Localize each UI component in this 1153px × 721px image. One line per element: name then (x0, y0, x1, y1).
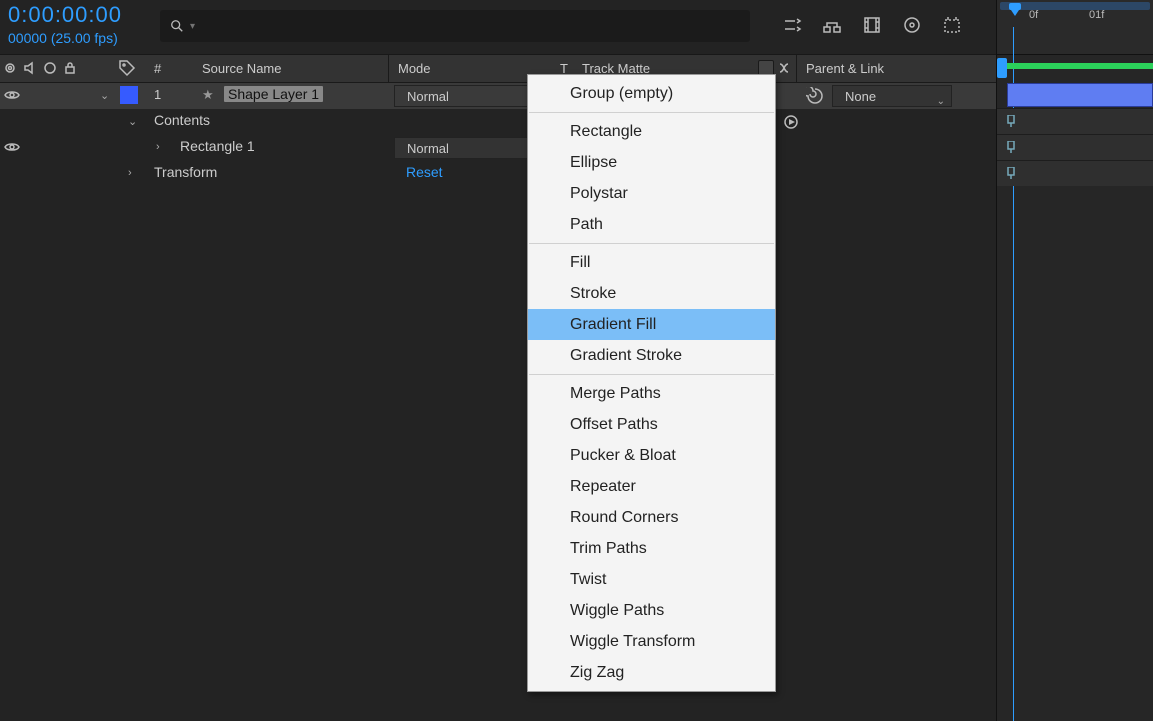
blend-mode-dropdown[interactable]: Normal (394, 137, 544, 159)
twirl-right-icon[interactable]: › (128, 167, 132, 179)
add-contents-icon[interactable] (784, 115, 798, 129)
twirl-down-icon[interactable]: ⌄ (128, 115, 137, 128)
context-menu-item[interactable]: Round Corners (528, 502, 775, 533)
search-dropdown-caret: ▾ (190, 21, 195, 32)
parent-column-header[interactable]: Parent & Link (806, 61, 884, 76)
context-menu-item[interactable]: Pucker & Bloat (528, 440, 775, 471)
keyframe-marker-icon[interactable] (1006, 167, 1016, 179)
composition-icon[interactable] (941, 14, 963, 36)
context-menu-item[interactable]: Trim Paths (528, 533, 775, 564)
search-input[interactable]: ▾ (160, 10, 750, 42)
solo-column-icon[interactable] (42, 60, 58, 76)
source-name-column-header[interactable]: Source Name (202, 61, 281, 76)
contents-row[interactable]: ⌄ Contents (0, 109, 996, 135)
layer-duration-bar[interactable] (1007, 83, 1153, 107)
timeline-subrow (997, 108, 1153, 134)
context-menu-item[interactable]: Twist (528, 564, 775, 595)
time-ruler[interactable]: 0f 01f (997, 0, 1153, 55)
context-menu-item[interactable]: Group (empty) (528, 78, 775, 109)
timeline-subrow (997, 134, 1153, 160)
context-menu-item[interactable]: Stroke (528, 278, 775, 309)
cache-bar (1007, 63, 1153, 69)
shape-layer-star-icon: ★ (202, 87, 214, 103)
twirl-right-icon[interactable]: › (156, 141, 160, 153)
video-column-icon[interactable] (2, 60, 18, 76)
context-menu-item[interactable]: Ellipse (528, 147, 775, 178)
lock-column-icon[interactable] (62, 60, 78, 76)
timeline-subrow (997, 160, 1153, 186)
transform-reset-link[interactable]: Reset (406, 164, 443, 180)
visibility-eye-icon[interactable] (4, 87, 20, 103)
column-header: # Source Name Mode T Track Matte Parent … (0, 55, 996, 83)
search-icon (170, 19, 184, 33)
blend-mode-dropdown[interactable]: Normal (394, 85, 544, 107)
modes-icon[interactable] (821, 14, 843, 36)
playhead-icon[interactable] (1007, 2, 1023, 18)
timeline-pane[interactable]: 0f 01f (996, 0, 1153, 721)
visibility-eye-icon[interactable] (4, 139, 20, 155)
shape-group-row[interactable]: › Rectangle 1 Normal (0, 135, 996, 161)
parent-pickwhip-icon[interactable] (806, 87, 824, 105)
mode-column-header[interactable]: Mode (398, 61, 431, 76)
context-menu-item[interactable]: Path (528, 209, 775, 240)
keyframe-marker-icon[interactable] (1006, 141, 1016, 153)
layer-row[interactable]: ⌄ 1 ★ Shape Layer 1 Normal None⌄ (0, 83, 996, 109)
keyframe-marker-icon[interactable] (1006, 115, 1016, 127)
twirl-down-icon[interactable]: ⌄ (100, 89, 109, 102)
context-menu-item[interactable]: Merge Paths (528, 378, 775, 409)
context-menu-item[interactable]: Gradient Stroke (528, 340, 775, 371)
context-menu-item[interactable]: Rectangle (528, 116, 775, 147)
context-menu-separator (529, 112, 774, 113)
switch-toggle-2[interactable] (776, 60, 792, 76)
current-timecode[interactable]: 0:00:00:00 (8, 2, 122, 28)
workarea-start-handle[interactable] (997, 58, 1007, 78)
parent-dropdown[interactable]: None⌄ (832, 85, 952, 107)
render-icon[interactable] (901, 14, 923, 36)
transform-label: Transform (154, 164, 217, 180)
shape-group-name[interactable]: Rectangle 1 (180, 138, 255, 154)
context-menu-item[interactable]: Polystar (528, 178, 775, 209)
context-menu-item[interactable]: Repeater (528, 471, 775, 502)
audio-column-icon[interactable] (22, 60, 38, 76)
context-menu-separator (529, 374, 774, 375)
context-menu-item[interactable]: Offset Paths (528, 409, 775, 440)
context-menu-item[interactable]: Wiggle Transform (528, 626, 775, 657)
frame-info: 00000 (25.00 fps) (8, 30, 118, 46)
context-menu-item[interactable]: Wiggle Paths (528, 595, 775, 626)
label-column-icon[interactable] (118, 59, 136, 77)
contents-label: Contents (154, 112, 210, 128)
context-menu-separator (529, 243, 774, 244)
layer-index: 1 (154, 87, 161, 102)
filmstrip-icon[interactable] (861, 14, 883, 36)
context-menu-item[interactable]: Zig Zag (528, 657, 775, 688)
index-column-header[interactable]: # (154, 61, 161, 76)
switches-icon[interactable] (781, 14, 803, 36)
context-menu-item[interactable]: Fill (528, 247, 775, 278)
layer-label-color[interactable] (120, 86, 138, 104)
layer-name[interactable]: Shape Layer 1 (224, 86, 323, 102)
ruler-tick-0: 0f (1029, 9, 1038, 21)
add-shape-context-menu[interactable]: Group (empty) RectangleEllipsePolystarPat… (527, 74, 776, 692)
context-menu-item[interactable]: Gradient Fill (528, 309, 775, 340)
ruler-tick-1: 01f (1089, 9, 1104, 21)
transform-row[interactable]: › Transform Reset (0, 161, 996, 187)
